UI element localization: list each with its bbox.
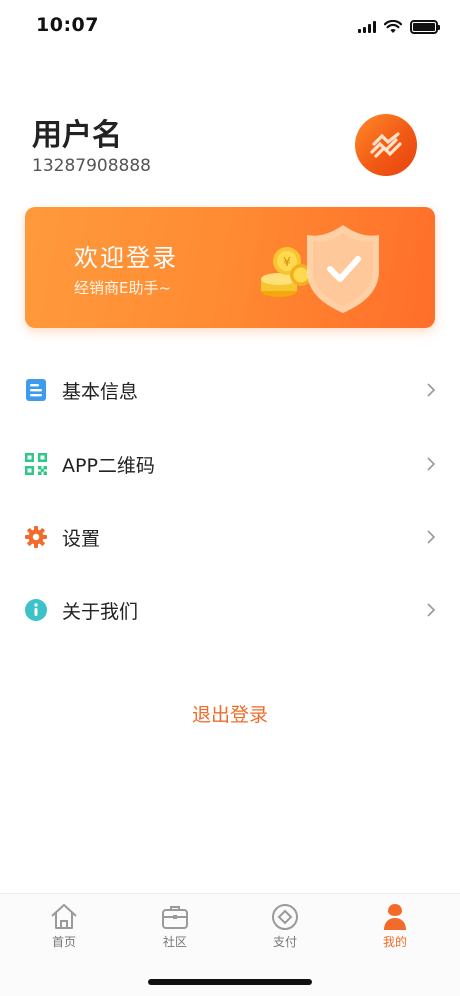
avatar[interactable] (355, 114, 417, 176)
chevron-right-icon (427, 603, 436, 617)
menu-item-app-qrcode[interactable]: APP二维码 (0, 439, 460, 489)
menu-label: 基本信息 (62, 381, 139, 403)
gear-icon (25, 526, 47, 548)
menu-item-basic-info[interactable]: 基本信息 (0, 365, 460, 415)
status-time: 10:07 (36, 14, 99, 36)
tab-payment[interactable]: 支付 (255, 900, 315, 950)
info-icon (25, 599, 47, 621)
tab-label: 我的 (382, 935, 407, 949)
battery-icon (410, 20, 440, 34)
menu-item-settings[interactable]: 设置 (0, 512, 460, 562)
phone-number: 13287908888 (32, 156, 151, 176)
briefcase-icon (162, 906, 188, 929)
chevron-right-icon (427, 530, 436, 544)
menu-label: 设置 (62, 528, 101, 550)
menu-label: APP二维码 (62, 455, 155, 477)
home-icon (51, 904, 77, 929)
tab-label: 社区 (162, 935, 187, 949)
wifi-icon (384, 20, 402, 33)
banner-title: 欢迎登录 (74, 244, 178, 272)
chevron-right-icon (427, 383, 436, 397)
username: 用户名 (32, 118, 122, 153)
tab-label: 支付 (272, 935, 297, 949)
payment-icon (272, 904, 298, 930)
welcome-banner[interactable]: 欢迎登录 经销商E助手~ ¥ (25, 207, 435, 328)
qr-code-icon (25, 453, 47, 475)
tab-label: 首页 (51, 935, 76, 949)
shield-coins-illustration: ¥ (261, 225, 379, 313)
home-indicator (148, 979, 312, 985)
logout-button[interactable]: 退出登录 (0, 700, 460, 727)
document-icon (26, 379, 46, 401)
tab-mine[interactable]: 我的 (365, 900, 425, 950)
logo-icon (370, 132, 402, 158)
menu-item-about-us[interactable]: 关于我们 (0, 585, 460, 635)
person-icon (384, 904, 406, 930)
tab-community[interactable]: 社区 (145, 900, 205, 950)
status-bar: 10:07 (0, 0, 460, 54)
tab-home[interactable]: 首页 (34, 900, 94, 950)
banner-subtitle: 经销商E助手~ (74, 279, 172, 297)
status-icons (358, 18, 440, 36)
chevron-right-icon (427, 457, 436, 471)
cellular-signal-icon (358, 21, 376, 33)
svg-text:¥: ¥ (283, 255, 291, 269)
menu-label: 关于我们 (62, 601, 139, 623)
